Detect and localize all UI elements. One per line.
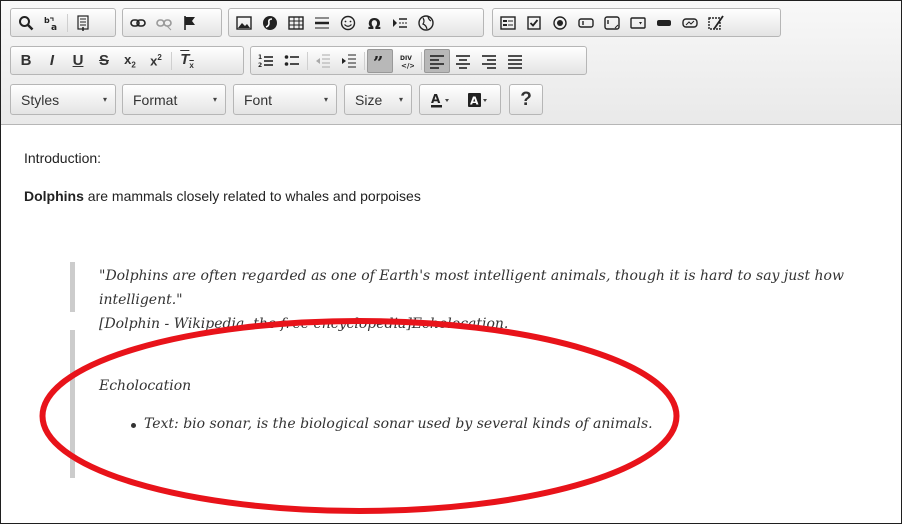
font-dropdown[interactable]: Font ▾	[233, 84, 337, 115]
toolbar-group-basic-styles: B I U S x2 x2 Tx	[10, 46, 244, 75]
chevron-down-icon: ▾	[212, 95, 217, 104]
svg-text:A: A	[470, 94, 479, 107]
remove-format-icon[interactable]: Tx	[174, 49, 200, 73]
help-label: ?	[520, 88, 532, 110]
svg-text:2: 2	[258, 62, 262, 69]
svg-text:1: 1	[258, 54, 262, 61]
format-dropdown[interactable]: Format ▾	[122, 84, 226, 115]
chevron-down-icon: ▾	[102, 95, 107, 104]
radio-icon[interactable]	[547, 11, 573, 35]
svg-text:b: b	[44, 16, 50, 25]
svg-text:”: ”	[373, 53, 383, 69]
editor-toolbar: ba Ω B I U S x2 x2 Tx 1 2 ” DIV </> Styl…	[1, 1, 901, 125]
toolbar-group-help: ?	[509, 84, 543, 115]
chevron-down-icon: ▾	[398, 95, 403, 104]
rich-text-editor: ba Ω B I U S x2 x2 Tx 1 2 ” DIV </> Styl…	[0, 0, 902, 524]
text-color-button[interactable]: A	[422, 88, 460, 112]
iframe-globe-icon[interactable]	[413, 11, 439, 35]
toolbar-separator	[364, 51, 365, 70]
button-field-icon[interactable]	[651, 11, 677, 35]
replace-icon[interactable]: ba	[39, 11, 65, 35]
dolphins-paragraph: Dolphins are mammals closely related to …	[24, 188, 421, 204]
styles-dropdown[interactable]: Styles ▾	[10, 84, 116, 115]
select-all-icon[interactable]	[70, 11, 96, 35]
toolbar-group-find: ba	[10, 8, 116, 37]
find-icon[interactable]	[13, 11, 39, 35]
flash-icon[interactable]	[257, 11, 283, 35]
svg-text:DIV: DIV	[400, 55, 412, 62]
bulleted-list-icon[interactable]	[279, 49, 305, 73]
image-icon[interactable]	[231, 11, 257, 35]
indent-icon[interactable]	[336, 49, 362, 73]
numbered-list-icon[interactable]: 12	[253, 49, 279, 73]
size-dropdown-label: Size	[355, 91, 383, 108]
svg-text:</>: </>	[401, 62, 414, 69]
dolphins-bold-text: Dolphins	[24, 188, 84, 204]
select-field-icon[interactable]	[625, 11, 651, 35]
italic-icon[interactable]: I	[39, 49, 65, 73]
toolbar-separator	[171, 51, 172, 70]
unlink-icon[interactable]	[151, 11, 177, 35]
subscript-icon[interactable]: x2	[117, 49, 143, 73]
styles-dropdown-label: Styles	[21, 91, 60, 108]
page-break-icon[interactable]	[387, 11, 413, 35]
checkbox-icon[interactable]	[521, 11, 547, 35]
toolbar-group-paragraph: 12 ” DIV </>	[250, 46, 587, 75]
justify-icon[interactable]	[502, 49, 528, 73]
toolbar-separator	[421, 51, 422, 70]
align-left-icon[interactable]	[424, 48, 450, 73]
form-icon[interactable]	[495, 11, 521, 35]
create-div-icon[interactable]: DIV </>	[393, 49, 419, 73]
quote-line-1: "Dolphins are often regarded as one of E…	[99, 268, 844, 308]
align-right-icon[interactable]	[476, 49, 502, 73]
svg-text:Ω: Ω	[368, 15, 381, 31]
red-annotation-ellipse	[39, 318, 680, 514]
align-center-icon[interactable]	[450, 49, 476, 73]
image-button-icon[interactable]	[677, 11, 703, 35]
anchor-flag-icon[interactable]	[177, 11, 203, 35]
svg-text:a: a	[51, 23, 57, 31]
table-icon[interactable]	[283, 11, 309, 35]
svg-text:A: A	[431, 92, 441, 106]
blockquote-bar	[70, 262, 75, 312]
size-dropdown[interactable]: Size ▾	[344, 84, 412, 115]
text-field-icon[interactable]	[573, 11, 599, 35]
horizontal-rule-icon[interactable]	[309, 11, 335, 35]
dolphins-paragraph-text: are mammals closely related to whales an…	[83, 188, 421, 204]
textarea-icon[interactable]	[599, 11, 625, 35]
toolbar-separator	[67, 13, 68, 32]
hidden-field-icon[interactable]	[703, 11, 729, 35]
smiley-icon[interactable]	[335, 11, 361, 35]
font-dropdown-label: Font	[244, 91, 273, 108]
chevron-down-icon: ▾	[323, 95, 328, 104]
toolbar-group-insert: Ω	[228, 8, 484, 37]
underline-icon[interactable]: U	[65, 49, 91, 73]
blockquote-icon[interactable]: ”	[367, 48, 393, 73]
outdent-icon[interactable]	[310, 49, 336, 73]
toolbar-group-colors: A A	[419, 84, 501, 115]
intro-paragraph: Introduction:	[24, 150, 102, 166]
format-dropdown-label: Format	[133, 91, 178, 108]
special-char-icon[interactable]: Ω	[361, 11, 387, 35]
bold-icon[interactable]: B	[13, 49, 39, 73]
toolbar-group-links	[122, 8, 222, 37]
background-color-button[interactable]: A	[460, 88, 498, 112]
strikethrough-icon[interactable]: S	[91, 49, 117, 73]
link-icon[interactable]	[125, 11, 151, 35]
superscript-icon[interactable]: x2	[143, 49, 169, 73]
help-button[interactable]: ?	[513, 88, 539, 112]
toolbar-separator	[307, 51, 308, 70]
toolbar-group-forms	[492, 8, 781, 37]
